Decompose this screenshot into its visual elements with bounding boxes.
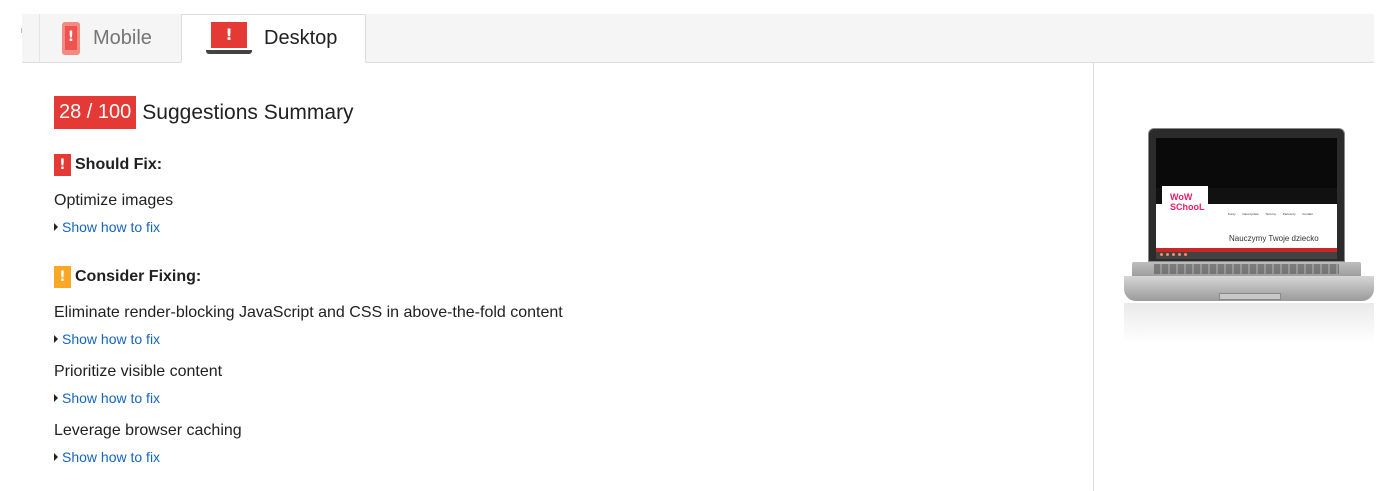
tabbar-edge: [21, 28, 22, 33]
device-tabbar: ! Mobile ! Desktop: [22, 14, 1374, 63]
show-how-to-fix-link[interactable]: Show how to fix: [54, 449, 160, 465]
tab-mobile[interactable]: ! Mobile: [39, 14, 181, 62]
tab-desktop-label: Desktop: [264, 27, 338, 49]
show-how-to-fix-link[interactable]: Show how to fix: [54, 219, 160, 235]
show-how-to-fix-label: Show how to fix: [62, 390, 161, 406]
site-logo: WoW SChooL: [1162, 186, 1208, 222]
laptop-keyboard: [1154, 264, 1339, 274]
mobile-warning-icon: !: [62, 21, 80, 55]
laptop-trackpad: [1219, 293, 1281, 300]
show-how-to-fix-link[interactable]: Show how to fix: [54, 331, 160, 347]
should-fix-header: ! Should Fix:: [54, 154, 162, 176]
score-badge: 28 / 100: [54, 96, 137, 129]
desktop-screenshot-preview: WoW SChooL Kursy Nauczyciele Terminy Par…: [1124, 128, 1374, 348]
expand-triangle-icon: [54, 223, 58, 231]
site-slogan: Nauczymy Twoje dziecko: [1229, 234, 1319, 243]
laptop-lid: WoW SChooL Kursy Nauczyciele Terminy Par…: [1148, 128, 1345, 262]
consider-fixing-label: Consider Fixing:: [75, 268, 202, 285]
summary-title: Suggestions Summary: [142, 100, 354, 124]
exclamation-icon: !: [54, 266, 71, 288]
desktop-warning-icon: !: [206, 21, 252, 56]
tab-desktop[interactable]: ! Desktop: [181, 14, 366, 63]
consider-fixing-header: ! Consider Fixing:: [54, 266, 201, 288]
rule-title: Leverage browser caching: [54, 422, 242, 439]
show-how-to-fix-label: Show how to fix: [62, 331, 161, 347]
expand-triangle-icon: [54, 394, 58, 402]
taskbar: [1156, 252, 1337, 259]
show-how-to-fix-label: Show how to fix: [62, 219, 161, 235]
laptop-screen: WoW SChooL Kursy Nauczyciele Terminy Par…: [1156, 138, 1337, 259]
summary-header: 28 / 100 Suggestions Summary: [54, 96, 354, 129]
suggestions-panel: 28 / 100 Suggestions Summary ! Should Fi…: [54, 96, 563, 465]
panel-divider: [1093, 63, 1094, 491]
site-logo-text: WoW SChooL: [1170, 192, 1205, 212]
rule-title: Optimize images: [54, 192, 174, 209]
rule-title: Eliminate render-blocking JavaScript and…: [54, 304, 563, 321]
tab-mobile-label: Mobile: [93, 26, 152, 49]
laptop-reflection: [1124, 303, 1374, 343]
site-menu: Kursy Nauczyciele Terminy Partnerzy Kont…: [1228, 212, 1313, 216]
exclamation-icon: !: [54, 154, 71, 176]
expand-triangle-icon: [54, 453, 58, 461]
show-how-to-fix-label: Show how to fix: [62, 449, 161, 465]
expand-triangle-icon: [54, 335, 58, 343]
show-how-to-fix-link[interactable]: Show how to fix: [54, 390, 160, 406]
rule-title: Prioritize visible content: [54, 363, 223, 380]
should-fix-label: Should Fix:: [75, 156, 163, 173]
